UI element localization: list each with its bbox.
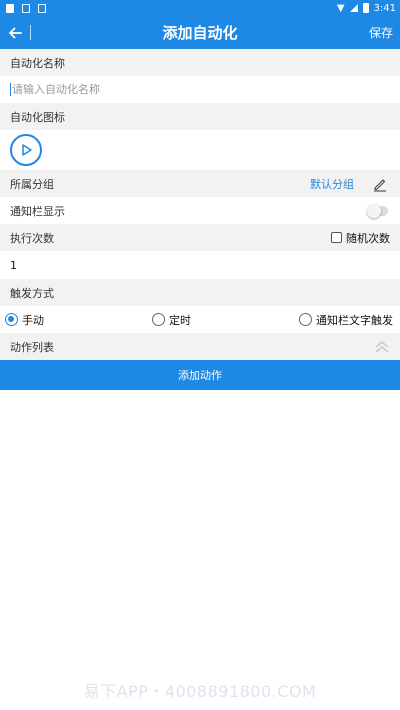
- battery-icon: [362, 3, 369, 13]
- exec-count-value[interactable]: 1: [10, 259, 17, 272]
- status-bar-notifications: [6, 3, 46, 13]
- actions-section-header: 动作列表: [0, 333, 400, 360]
- edit-icon[interactable]: [372, 176, 388, 192]
- wifi-icon: ▼: [336, 2, 345, 14]
- play-icon: [22, 144, 32, 156]
- app-icon: [38, 3, 46, 13]
- name-input-row: [0, 76, 400, 103]
- random-count-label: 随机次数: [346, 231, 390, 245]
- name-label: 自动化名称: [10, 56, 65, 70]
- trigger-label: 触发方式: [10, 286, 54, 300]
- notification-label: 通知栏显示: [10, 204, 65, 218]
- trigger-option-label: 定时: [169, 313, 191, 327]
- signal-icon: [349, 4, 358, 12]
- group-value[interactable]: 默认分组: [310, 176, 354, 192]
- watermark: 易下APP・4008891800.COM: [83, 682, 317, 701]
- page-title: 添加自动化: [162, 24, 238, 42]
- name-section-header: 自动化名称: [0, 49, 400, 76]
- toolbar: 添加自动化 保存: [0, 16, 400, 49]
- checkbox-box: [331, 232, 342, 243]
- radio-checked: [5, 313, 18, 326]
- random-count-checkbox[interactable]: 随机次数: [331, 230, 390, 246]
- back-button[interactable]: [0, 16, 30, 49]
- icon-row: [0, 130, 400, 170]
- double-chevron-up-icon[interactable]: [374, 339, 390, 355]
- icon-section-header: 自动化图标: [0, 103, 400, 130]
- add-action-button[interactable]: 添加动作: [0, 360, 400, 390]
- arrow-left-icon: [9, 27, 22, 38]
- automation-icon-button[interactable]: [10, 134, 42, 166]
- trigger-option-label: 通知栏文字触发: [316, 313, 393, 327]
- radio-unchecked: [152, 313, 165, 326]
- trigger-options: 手动 定时 通知栏文字触发: [0, 306, 400, 333]
- name-input[interactable]: [10, 83, 390, 96]
- trigger-option-notification-text[interactable]: 通知栏文字触发: [299, 312, 393, 328]
- exec-count-label: 执行次数: [10, 231, 54, 245]
- notification-toggle[interactable]: [367, 203, 388, 218]
- trigger-section-header: 触发方式: [0, 279, 400, 306]
- message-icon: [22, 3, 30, 13]
- toolbar-divider: [30, 25, 31, 40]
- toggle-knob: [367, 203, 381, 218]
- trigger-option-manual[interactable]: 手动: [5, 312, 44, 328]
- trigger-option-scheduled[interactable]: 定时: [152, 312, 191, 328]
- trigger-option-label: 手动: [22, 313, 44, 327]
- status-bar: ▼ 3:41: [0, 0, 400, 16]
- status-bar-system: ▼ 3:41: [337, 3, 396, 14]
- icon-label: 自动化图标: [10, 110, 65, 124]
- save-button[interactable]: 保存: [369, 24, 393, 41]
- radio-unchecked: [299, 313, 312, 326]
- exec-count-section-header: 执行次数 随机次数: [0, 224, 400, 251]
- group-row: 所属分组 默认分组: [0, 170, 400, 197]
- group-label: 所属分组: [10, 177, 54, 191]
- status-time: 3:41: [373, 2, 396, 14]
- notification-icon: [6, 3, 14, 13]
- exec-count-row: 1: [0, 251, 400, 279]
- notification-row: 通知栏显示: [0, 197, 400, 224]
- actions-label: 动作列表: [10, 340, 54, 354]
